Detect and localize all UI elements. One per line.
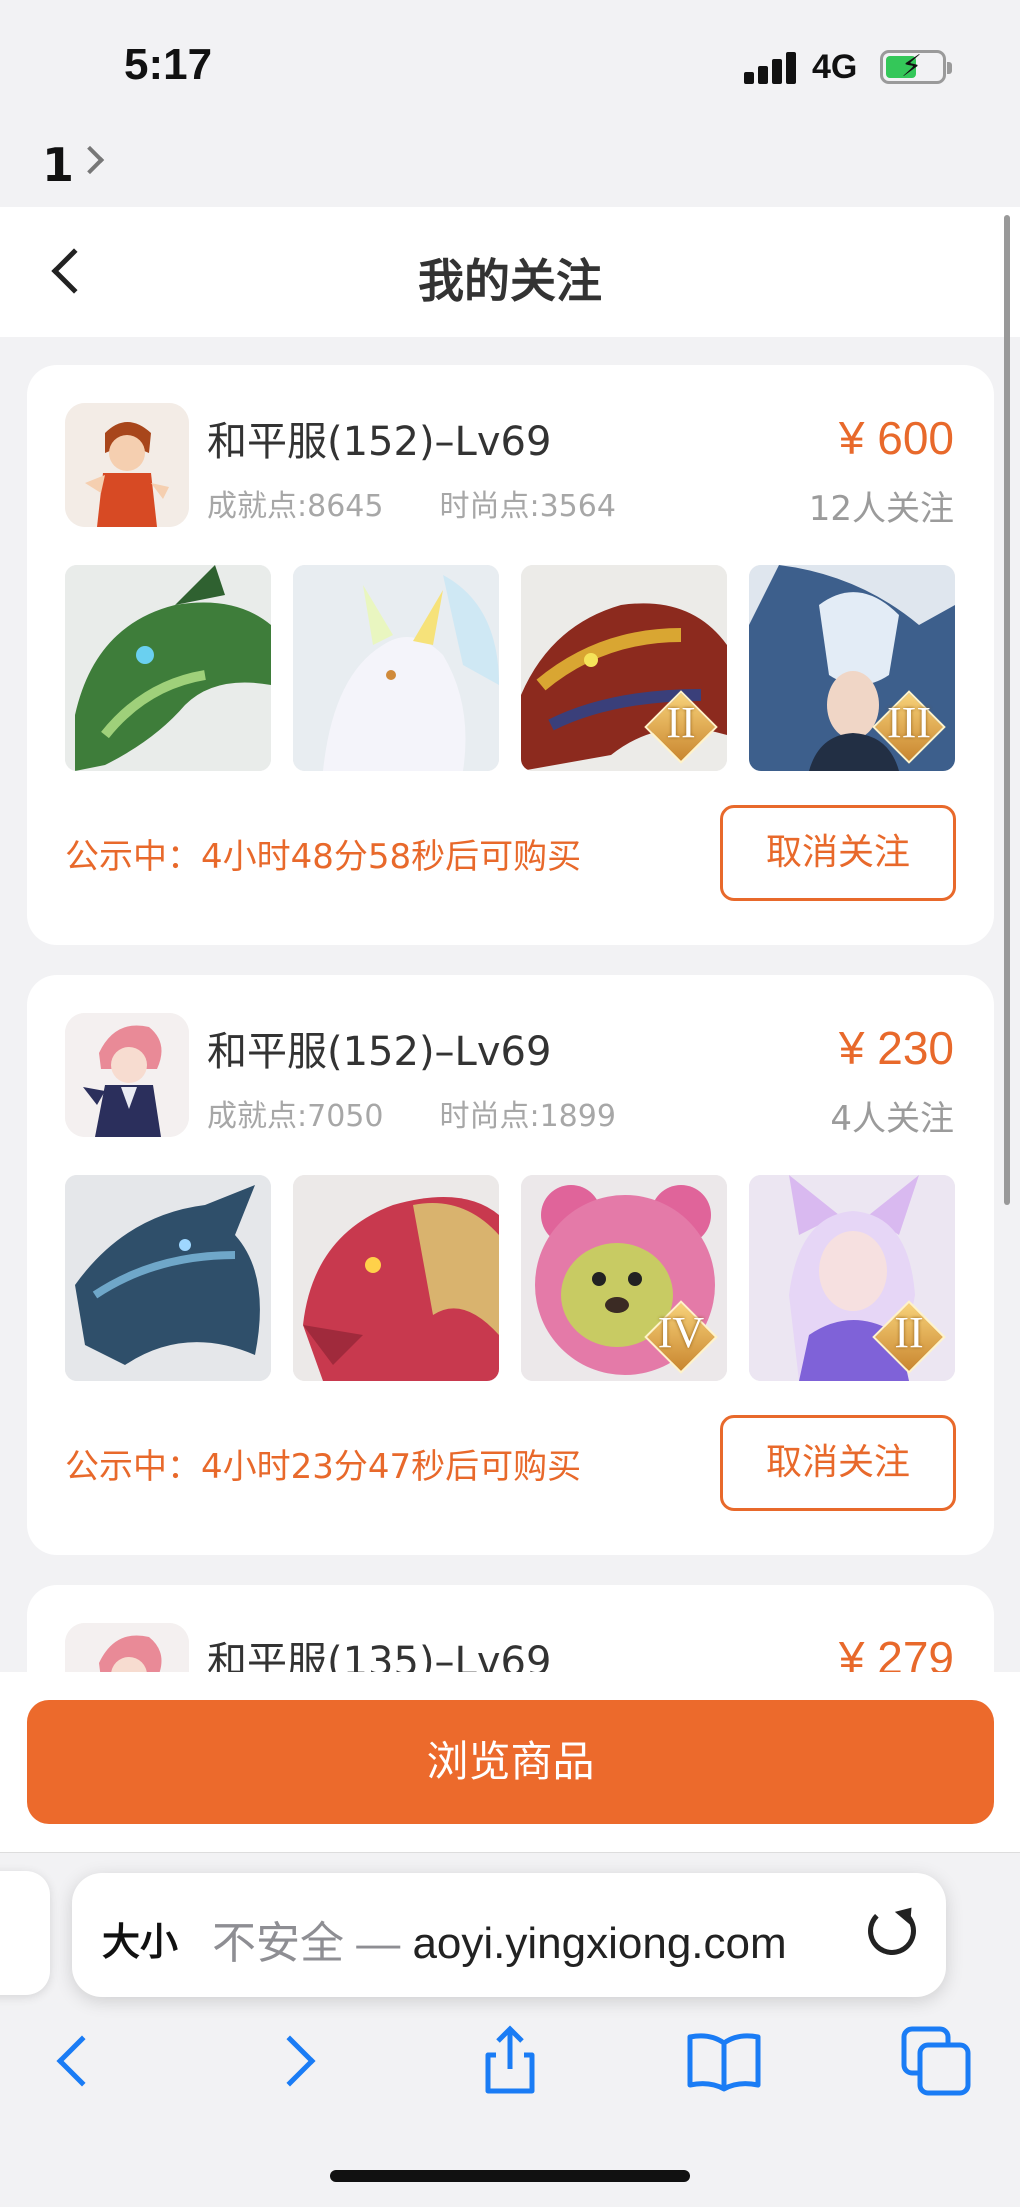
browse-products-button[interactable]: 浏览商品 (27, 1700, 994, 1824)
nav-header: 我的关注 (0, 207, 1020, 337)
address-bar[interactable]: 大小 不安全 — aoyi.yingxiong.com (72, 1873, 946, 1997)
achievement-points: 成就点:7050 (207, 1099, 384, 1134)
chevron-right-icon (264, 2035, 316, 2087)
tier-badge: III (872, 690, 946, 764)
character-avatar (65, 1013, 189, 1137)
bookmarks-button[interactable] (686, 2025, 761, 2097)
tier-badge: IV (644, 1300, 718, 1374)
item-thumb-golden-dragon[interactable]: II (521, 565, 727, 771)
item-thumb-pink-bear[interactable]: IV (521, 1175, 727, 1381)
public-notice: 公示中：4小时23分47秒后可购买 (65, 1447, 582, 1487)
chevron-left-icon (56, 2035, 108, 2087)
unfollow-button[interactable]: 取消关注 (720, 1415, 956, 1511)
item-thumb-red-dragon[interactable] (293, 1175, 499, 1381)
public-notice: 公示中：4小时48分58秒后可购买 (65, 837, 582, 877)
stats-row: 成就点:7050 时尚点:1899 (207, 1091, 616, 1135)
item-thumbnails: IV II (65, 1175, 957, 1381)
character-avatar (65, 1623, 189, 1672)
forward-button[interactable] (258, 2025, 330, 2097)
fashion-points: 时尚点:1899 (439, 1099, 616, 1134)
server-level-title: 和平服(135)–Lv69 (207, 1639, 552, 1672)
bottom-action-bar: 浏览商品 (0, 1672, 1020, 1852)
listing-card[interactable]: 和平服(152)–Lv69 成就点:8645 时尚点:3564 ¥ 600 12人… (27, 365, 994, 945)
item-thumb-fox-maiden[interactable]: II (749, 1175, 955, 1381)
tier-badge: II (872, 1300, 946, 1374)
status-time: 5:17 (124, 40, 213, 89)
text-size-button[interactable]: 大小 (102, 1911, 178, 1966)
previous-tab-preview[interactable] (0, 1871, 50, 1995)
url-domain: aoyi.yingxiong.com (412, 1919, 787, 1968)
price: ¥ 230 (838, 1022, 954, 1074)
url-display[interactable]: 不安全 — aoyi.yingxiong.com (212, 1907, 822, 1971)
share-button[interactable] (474, 2025, 546, 2097)
server-level-title: 和平服(152)–Lv69 (207, 1029, 552, 1075)
insecure-label: 不安全 — (212, 1919, 413, 1968)
item-thumbnails: II III (65, 565, 957, 771)
breadcrumb-number[interactable]: 1 (42, 138, 74, 192)
tabs-icon (901, 2026, 971, 2096)
reload-icon[interactable] (868, 1907, 916, 1955)
browser-chrome: 大小 不安全 — aoyi.yingxiong.com (0, 1852, 1020, 2207)
listing-card[interactable]: 和平服(152)–Lv69 成就点:7050 时尚点:1899 ¥ 230 4人关… (27, 975, 994, 1555)
page-title: 我的关注 (418, 254, 602, 308)
achievement-points: 成就点:8645 (207, 489, 384, 524)
character-avatar (65, 403, 189, 527)
unfollow-button[interactable]: 取消关注 (720, 805, 956, 901)
cellular-signal-icon (744, 52, 798, 84)
scrollbar[interactable] (1004, 215, 1010, 1205)
network-type: 4G (812, 48, 858, 86)
chevron-right-icon[interactable] (75, 145, 105, 175)
home-indicator[interactable] (330, 2170, 690, 2182)
follower-count: 4人关注 (830, 1099, 954, 1139)
price: ¥ 279 (838, 1632, 954, 1672)
follower-count: 12人关注 (808, 489, 954, 529)
stats-row: 成就点:8645 时尚点:3564 (207, 481, 616, 525)
book-icon (687, 2033, 761, 2092)
share-icon (485, 2025, 535, 2094)
item-thumb-blue-dragon[interactable] (65, 1175, 271, 1381)
tier-badge: II (644, 690, 718, 764)
listing-card[interactable]: 和平服(135)–Lv69 ¥ 279 (27, 1585, 994, 1672)
item-thumb-ice-warrior[interactable]: III (749, 565, 955, 771)
server-level-title: 和平服(152)–Lv69 (207, 419, 552, 465)
price: ¥ 600 (838, 412, 954, 464)
fashion-points: 时尚点:3564 (439, 489, 616, 524)
battery-charging-icon: ⚡ (880, 49, 952, 84)
tabs-button[interactable] (900, 2025, 972, 2097)
item-thumb-green-dragon[interactable] (65, 565, 271, 771)
item-thumb-white-fox[interactable] (293, 565, 499, 771)
back-button[interactable] (42, 2025, 114, 2097)
status-bar: 5:17 4G ⚡ (0, 0, 1020, 130)
